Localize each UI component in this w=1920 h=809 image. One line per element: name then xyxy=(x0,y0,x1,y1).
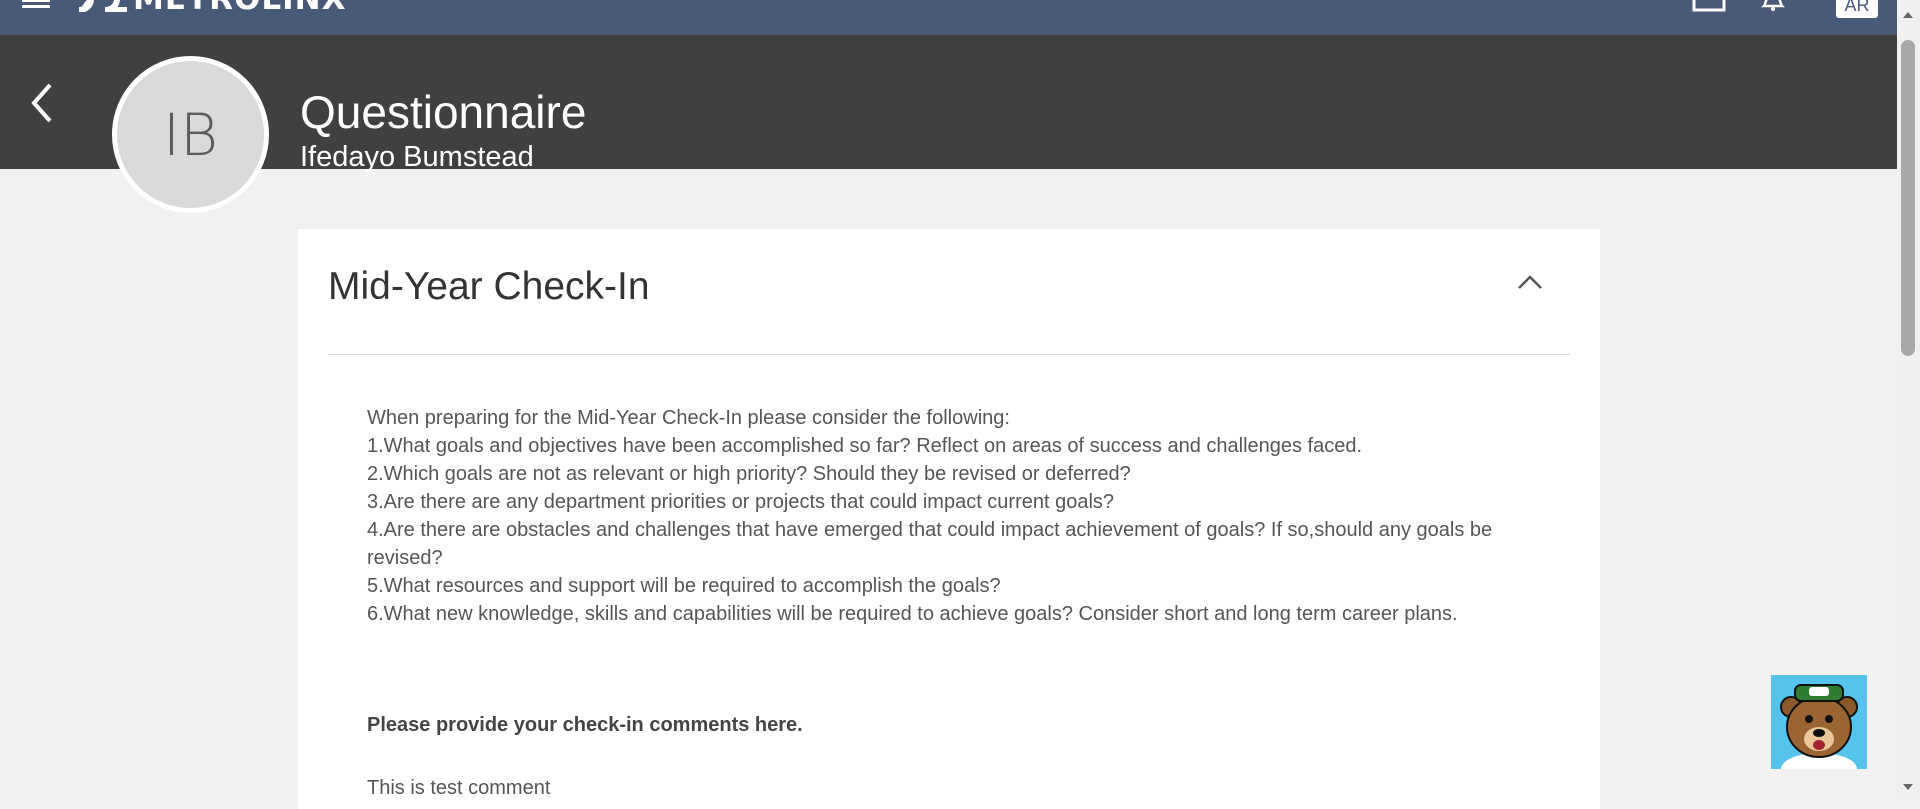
questionnaire-section-card: Mid-Year Check-In When preparing for the… xyxy=(298,229,1600,809)
comment-prompt: Please provide your check-in comments he… xyxy=(367,714,803,736)
chevron-up-icon[interactable] xyxy=(1516,273,1544,291)
scroll-up-arrow-icon[interactable] xyxy=(1903,12,1913,18)
user-avatar-button[interactable]: AR xyxy=(1836,0,1878,18)
home-icon[interactable] xyxy=(1692,0,1726,12)
instruction-line: 1.What goals and objectives have been ac… xyxy=(367,435,1363,457)
instruction-line: 3.Are there are any department prioritie… xyxy=(367,491,1115,513)
section-title: Mid-Year Check-In xyxy=(328,265,650,308)
scroll-down-arrow-icon[interactable] xyxy=(1903,784,1913,790)
comment-text[interactable]: This is test comment xyxy=(367,774,550,802)
top-navigation-bar: METROLINX AR xyxy=(0,0,1920,35)
avatar: IB xyxy=(112,56,269,213)
instruction-line: 6.What new knowledge, skills and capabil… xyxy=(367,603,1458,625)
bell-icon[interactable] xyxy=(1758,0,1788,12)
profile-header: Questionnaire Ifedayo Bumstead xyxy=(0,35,1897,173)
section-instructions: When preparing for the Mid-Year Check-In… xyxy=(367,404,1497,628)
chevron-left-icon[interactable] xyxy=(28,81,58,125)
instruction-line: When preparing for the Mid-Year Check-In… xyxy=(367,407,1010,429)
hamburger-menu-icon[interactable] xyxy=(22,0,50,8)
metrolinx-logo[interactable]: METROLINX xyxy=(75,0,347,15)
instruction-line: 2.Which goals are not as relevant or hig… xyxy=(367,463,1131,485)
instruction-line: 5.What resources and support will be req… xyxy=(367,575,1001,597)
bear-mascot-icon[interactable] xyxy=(1771,675,1867,769)
person-name: Ifedayo Bumstead xyxy=(300,141,534,173)
page-title: Questionnaire xyxy=(300,86,587,138)
instruction-line: 4.Are there are obstacles and challenges… xyxy=(367,519,1493,569)
page-scrollbar[interactable] xyxy=(1897,0,1920,800)
go-logo-icon xyxy=(78,0,127,12)
section-header[interactable]: Mid-Year Check-In xyxy=(328,261,1570,355)
brand-name: METROLINX xyxy=(133,0,347,15)
scrollbar-thumb[interactable] xyxy=(1901,40,1915,356)
